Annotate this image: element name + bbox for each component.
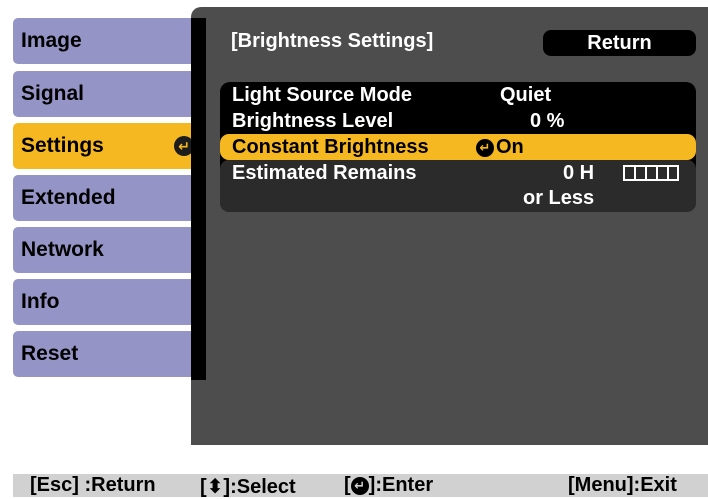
tab-label: Image — [21, 29, 82, 52]
enter-icon: ↵ — [350, 477, 369, 495]
row-value-estimated-remains-suffix: or Less — [523, 187, 595, 209]
tab-label: Extended — [21, 186, 116, 209]
help-enter: [↵]:Enter — [344, 474, 433, 497]
tab-label: Signal — [21, 82, 85, 105]
help-select-text: [⬍]:Select — [200, 476, 296, 498]
help-return: [Esc] :Return — [30, 474, 156, 496]
row-value-brightness-level: 0 % — [530, 110, 565, 132]
tab-image[interactable]: Image — [13, 18, 206, 64]
row-value-estimated-remains: 0 H — [563, 162, 595, 184]
tab-label: Network — [21, 238, 104, 261]
tab-label: Settings — [21, 134, 104, 157]
tab-label: Info — [21, 290, 60, 313]
row-label-constant-brightness[interactable]: Constant Brightness — [232, 136, 429, 159]
panel-divider — [191, 18, 206, 380]
tab-label: Reset — [21, 342, 79, 365]
row-value-light-source-mode: Quiet — [500, 84, 552, 106]
tab-reset[interactable]: Reset — [13, 331, 206, 377]
constant-brightness-value: On — [496, 136, 524, 158]
tab-settings[interactable]: Settings ↵ — [13, 123, 206, 169]
tab-signal[interactable]: Signal — [13, 71, 206, 117]
page-title: [Brightness Settings] — [231, 30, 434, 52]
row-value-constant-brightness: ↵ On — [476, 136, 524, 159]
help-enter-open: [ — [344, 474, 351, 496]
help-enter-close: ]:Enter — [368, 474, 434, 496]
enter-icon: ↵ — [476, 139, 494, 157]
tab-info[interactable]: Info — [13, 279, 206, 325]
row-label-brightness-level[interactable]: Brightness Level — [232, 110, 393, 133]
row-label-light-source-mode[interactable]: Light Source Mode — [232, 84, 412, 107]
settings-panel — [191, 7, 708, 445]
return-button[interactable]: Return — [543, 30, 696, 56]
help-exit: [Menu]:Exit — [568, 474, 677, 496]
tab-network[interactable]: Network — [13, 227, 206, 273]
tab-extended[interactable]: Extended — [13, 175, 206, 221]
remains-gauge — [623, 165, 679, 181]
row-label-estimated-remains: Estimated Remains — [232, 162, 417, 184]
projector-menu: Image Signal Settings ↵ Extended Network… — [0, 0, 708, 499]
help-select: [⬍]:Select — [200, 474, 296, 499]
